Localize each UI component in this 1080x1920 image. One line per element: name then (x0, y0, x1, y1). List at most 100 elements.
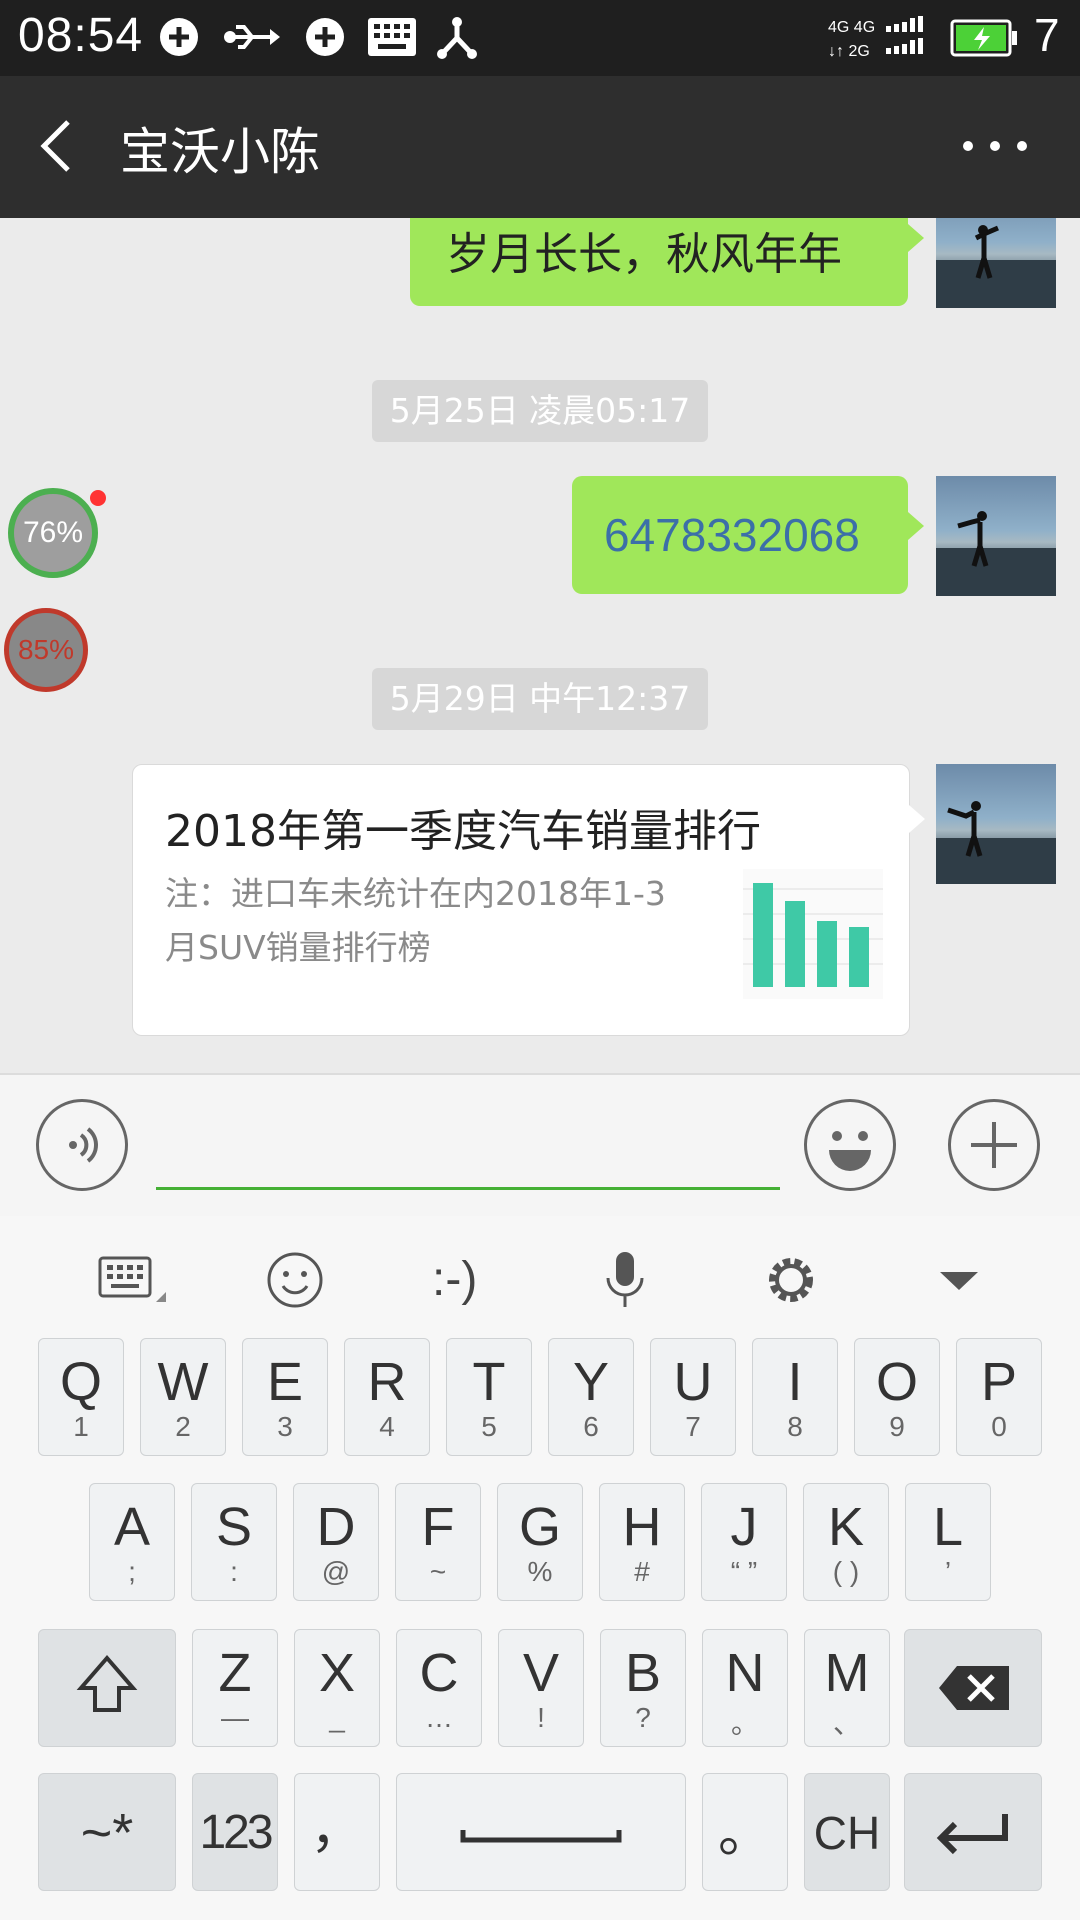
smiley-icon[interactable] (250, 1250, 340, 1310)
key-w[interactable]: W2 (140, 1338, 226, 1456)
svg-text:4G 4G: 4G 4G (828, 19, 875, 36)
message-text: 岁月长长，秋风年年 (446, 229, 842, 280)
comma-key[interactable]: ， (294, 1773, 380, 1891)
key-r[interactable]: R4 (344, 1338, 430, 1456)
key-z[interactable]: Z — (192, 1629, 278, 1747)
enter-key[interactable] (904, 1773, 1042, 1891)
space-bar-icon (460, 1830, 622, 1843)
attachment-plus-button[interactable] (948, 1099, 1040, 1191)
sync-plus-icon (306, 18, 344, 56)
keyboard-icon[interactable] (98, 1250, 188, 1310)
input-bar (0, 1073, 1080, 1218)
key-o[interactable]: O9 (854, 1338, 940, 1456)
key-secondary-label: 5 (481, 1411, 497, 1442)
floating-memory-widget[interactable]: 76% (8, 488, 98, 578)
settings-icon[interactable] (746, 1250, 836, 1310)
backspace-icon (939, 1666, 1009, 1710)
key-label: C (419, 1643, 459, 1703)
key-d[interactable]: D @ (293, 1483, 379, 1601)
avatar[interactable] (936, 476, 1056, 596)
period-key[interactable]: 。 (702, 1773, 788, 1891)
key-f[interactable]: F ~ (395, 1483, 481, 1601)
key-label: B (624, 1643, 662, 1703)
language-key[interactable]: CH (804, 1773, 890, 1891)
share-node-icon (437, 17, 477, 59)
message-input[interactable] (156, 1187, 780, 1190)
key-label: L (932, 1497, 964, 1557)
key-secondary-label: “ ” (730, 1556, 758, 1587)
symbols-key[interactable]: ~* (38, 1773, 176, 1891)
key-label: 123 (199, 1806, 273, 1859)
key-n[interactable]: N。 (702, 1629, 788, 1747)
key-u[interactable]: U7 (650, 1338, 736, 1456)
key-label: Z (218, 1643, 252, 1703)
key-secondary-label: ’ (944, 1556, 952, 1587)
key-a[interactable]: A; (89, 1483, 175, 1601)
key-label: X (318, 1643, 356, 1703)
key-b[interactable]: B? (600, 1629, 686, 1747)
emoticon-button[interactable]: :-) (432, 1252, 477, 1307)
key-l[interactable]: L’ (905, 1483, 991, 1601)
battery-percent: 85% (17, 634, 75, 665)
more-options-icon[interactable] (960, 136, 1030, 156)
key-label: J (730, 1497, 758, 1557)
key-label: W (157, 1352, 209, 1412)
key-secondary-label: 、 (832, 1708, 861, 1739)
key-secondary-label: 4 (379, 1411, 395, 1442)
key-m[interactable]: M、 (804, 1629, 890, 1747)
key-secondary-label: 0 (991, 1411, 1007, 1442)
key-secondary-label: 3 (277, 1411, 293, 1442)
message-bubble[interactable]: 6478332068 (572, 476, 924, 594)
key-g[interactable]: G% (497, 1483, 583, 1601)
key-p[interactable]: P0 (956, 1338, 1042, 1456)
key-secondary-label: ~ (429, 1556, 447, 1587)
card-title: 2018年第一季度汽车销量排行 (165, 806, 761, 857)
key-label: Q (59, 1352, 102, 1412)
key-secondary-label: # (634, 1556, 650, 1587)
key-e[interactable]: E3 (242, 1338, 328, 1456)
key-secondary-label: ; (128, 1556, 136, 1587)
key-i[interactable]: I8 (752, 1338, 838, 1456)
avatar-image (936, 225, 1056, 308)
collapse-keyboard-icon[interactable] (914, 1250, 1004, 1310)
key-h[interactable]: H # (599, 1483, 685, 1601)
shift-key[interactable] (38, 1629, 176, 1747)
microphone-icon[interactable] (580, 1250, 670, 1310)
avatar[interactable] (936, 764, 1056, 884)
key-label: 。 (718, 1803, 772, 1863)
key-t[interactable]: T5 (446, 1338, 532, 1456)
message-list: 岁月长长，秋风年年 5月25日 凌晨05:17 6478332068 5月29日… (0, 218, 1080, 1073)
message-bubble[interactable]: 岁月长长，秋风年年 (410, 218, 924, 306)
key-y[interactable]: Y6 (548, 1338, 634, 1456)
link-card[interactable]: 2018年第一季度汽车销量排行 注：进口车未统计在内2018年1-3 月SUV销… (132, 764, 925, 1036)
key-secondary-label: : (230, 1556, 238, 1587)
space-key[interactable] (396, 1773, 686, 1891)
message-phone-link[interactable]: 6478332068 (604, 508, 860, 562)
key-label: G (518, 1497, 561, 1557)
key-k[interactable]: K( ) (803, 1483, 889, 1601)
key-label: E (266, 1352, 304, 1412)
key-v[interactable]: V! (498, 1629, 584, 1747)
notification-dot (90, 490, 106, 506)
shift-icon (76, 1654, 138, 1712)
key-label: Y (572, 1352, 610, 1412)
emoji-button[interactable] (804, 1099, 896, 1191)
backspace-key[interactable] (904, 1629, 1042, 1747)
key-j[interactable]: J “ ” (701, 1483, 787, 1601)
key-label: U (673, 1352, 713, 1412)
key-label: R (367, 1352, 407, 1412)
number-key[interactable]: 123 (192, 1773, 278, 1891)
back-arrow-icon[interactable] (36, 116, 76, 176)
key-secondary-label: ( ) (832, 1556, 860, 1587)
avatar[interactable] (936, 218, 1056, 308)
key-q[interactable]: Q1 (38, 1338, 124, 1456)
key-c[interactable]: C… (396, 1629, 482, 1747)
key-x[interactable]: X _ (294, 1629, 380, 1747)
key-label: N (725, 1643, 765, 1703)
battery-icon (950, 19, 1017, 57)
key-label: ， (310, 1799, 364, 1859)
floating-battery-widget[interactable]: 85% (4, 608, 88, 692)
key-s[interactable]: S: (191, 1483, 277, 1601)
voice-button[interactable] (36, 1099, 128, 1191)
card-description: 月SUV销量排行榜 (165, 928, 431, 967)
